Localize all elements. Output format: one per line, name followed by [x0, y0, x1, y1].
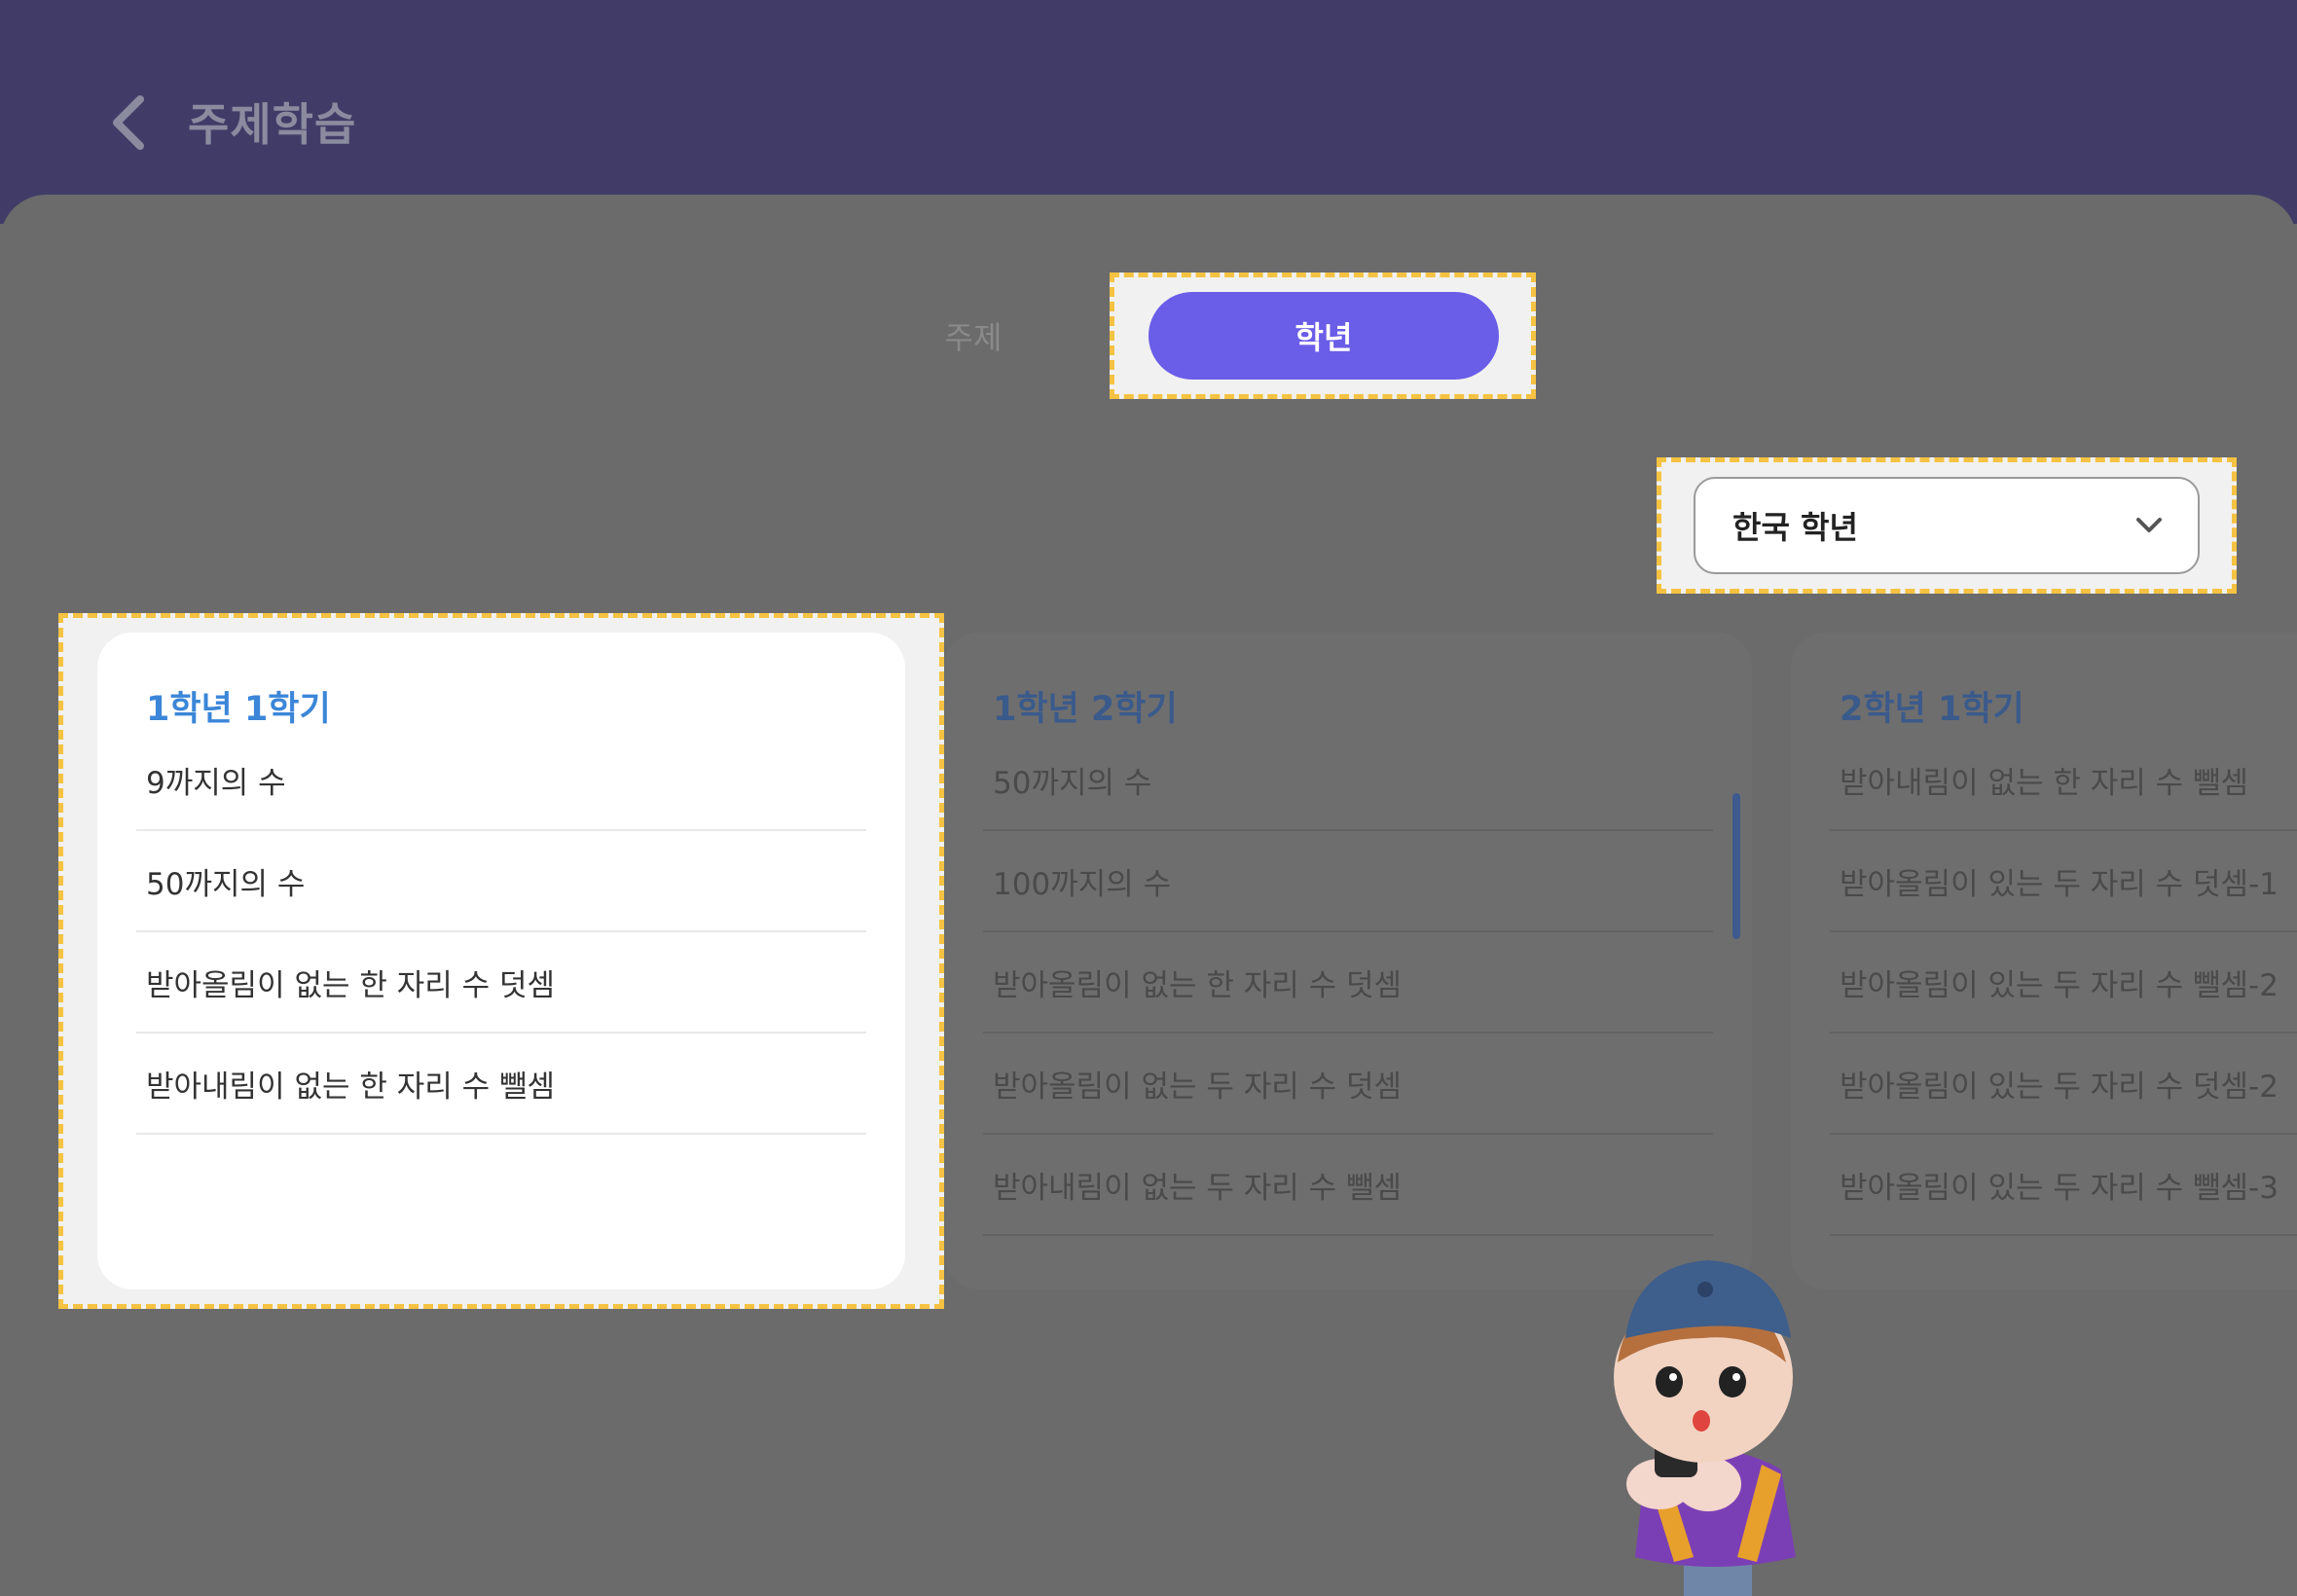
card-title: 1학년 2학기 [993, 690, 1178, 729]
tab-topic[interactable]: 주제 [798, 292, 1148, 380]
app-header: 주제학습 [0, 0, 2297, 224]
list-item[interactable]: 받아올림이 없는 한 자리 수 덧셈 [983, 932, 1713, 1034]
list-item[interactable]: 받아올림이 있는 두 자리 수 덧셈-1 [1830, 831, 2297, 932]
semester-card-1-1[interactable]: 1학년 1학기 9까지의 수 50까지의 수 받아올림이 없는 한 자리 수 덧… [97, 633, 905, 1289]
chevron-down-icon [2136, 518, 2162, 532]
page: 주제학습 주제 학년 한국 학년 1학년 1학기 9까지의 수 50까지의 수 … [0, 0, 2297, 1596]
topic-list: 받아내림이 없는 한 자리 수 뺄셈 받아올림이 있는 두 자리 수 덧셈-1 … [1830, 730, 2297, 1236]
list-item[interactable]: 50까지의 수 [983, 730, 1713, 831]
topic-list: 9까지의 수 50까지의 수 받아올림이 없는 한 자리 수 덧셈 받아내림이 … [136, 730, 866, 1135]
tab-grade[interactable]: 학년 [1148, 292, 1499, 380]
semester-card-2-1[interactable]: 2학년 1학기 받아내림이 없는 한 자리 수 뺄셈 받아올림이 있는 두 자리… [1791, 633, 2297, 1289]
list-item[interactable]: 받아내림이 없는 한 자리 수 뺄셈 [136, 1034, 866, 1135]
list-item[interactable]: 받아올림이 없는 두 자리 수 덧셈 [983, 1034, 1713, 1135]
list-item[interactable]: 받아올림이 있는 두 자리 수 뺄셈-3 [1830, 1135, 2297, 1236]
list-item[interactable]: 받아내림이 없는 한 자리 수 뺄셈 [1830, 730, 2297, 831]
list-item[interactable]: 9까지의 수 [136, 730, 866, 831]
list-item[interactable]: 받아올림이 있는 두 자리 수 덧셈-2 [1830, 1034, 2297, 1135]
chevron-left-icon [113, 95, 144, 150]
list-scrollbar[interactable] [1732, 793, 1740, 939]
mascot-boy-character [1614, 1260, 1796, 1596]
semester-card-1-2[interactable]: 1학년 2학기 50까지의 수 100까지의 수 받아올림이 없는 한 자리 수… [944, 633, 1752, 1289]
list-item[interactable]: 100까지의 수 [983, 831, 1713, 932]
list-item[interactable]: 받아올림이 없는 한 자리 수 덧셈 [136, 932, 866, 1034]
topic-list: 50까지의 수 100까지의 수 받아올림이 없는 한 자리 수 덧셈 받아올림… [983, 730, 1713, 1236]
list-item[interactable]: 받아내림이 없는 두 자리 수 뺄셈 [983, 1135, 1713, 1236]
card-title: 1학년 1학기 [146, 690, 331, 729]
page-title: 주제학습 [188, 98, 357, 151]
back-button[interactable] [101, 90, 156, 156]
list-item[interactable]: 50까지의 수 [136, 831, 866, 932]
card-title: 2학년 1학기 [1840, 690, 2024, 729]
grade-system-select[interactable]: 한국 학년 [1694, 477, 2200, 574]
list-item[interactable]: 받아올림이 있는 두 자리 수 뺄셈-2 [1830, 932, 2297, 1034]
grade-system-value: 한국 학년 [1732, 509, 1858, 546]
